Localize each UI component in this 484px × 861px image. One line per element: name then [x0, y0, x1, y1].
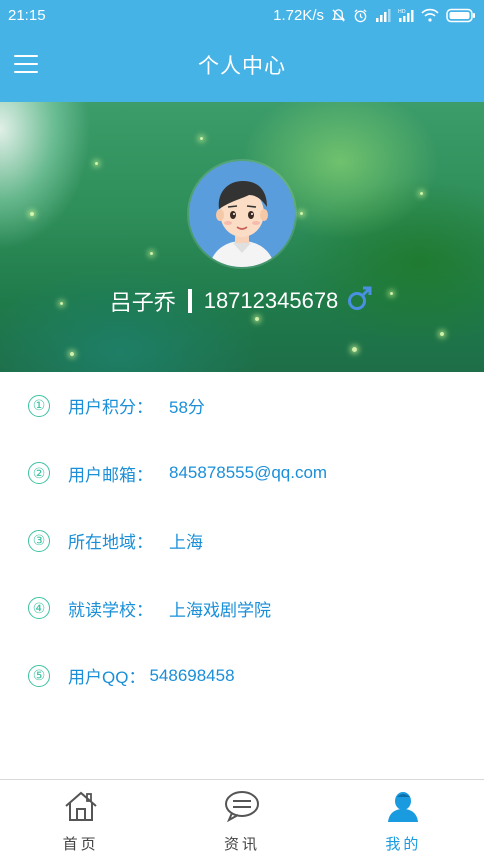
- bottom-tab-bar: 首页 资讯 我的: [0, 779, 484, 861]
- info-row-qq[interactable]: ⑤ 用户QQ： 548698458: [0, 642, 484, 710]
- status-bar: 21:15 1.72K/s HD: [0, 0, 484, 30]
- page-title: 个人中心: [198, 55, 286, 78]
- info-label: 所在地域：: [68, 533, 153, 553]
- network-speed: 1.72K/s: [273, 6, 324, 24]
- info-value: 548698458: [149, 665, 235, 685]
- tab-label: 我的: [385, 836, 422, 853]
- number-badge: ①: [28, 394, 50, 417]
- home-icon: [63, 790, 99, 827]
- battery-icon: [446, 8, 476, 23]
- hd-signal-icon: HD: [398, 8, 414, 22]
- user-icon: [384, 790, 422, 827]
- avatar-cartoon-boy-icon: [209, 181, 275, 267]
- alarm-clock-icon: [353, 8, 368, 23]
- chat-bubble-icon: [223, 790, 261, 827]
- status-icons: 1.72K/s HD: [273, 7, 476, 24]
- app-bar: 个人中心: [0, 30, 484, 102]
- info-label: 用户积分：: [68, 398, 153, 418]
- tab-news[interactable]: 资讯: [161, 780, 322, 861]
- mute-bell-icon: [331, 8, 346, 23]
- avatar[interactable]: [189, 161, 295, 267]
- name-phone-divider: [187, 289, 192, 313]
- svg-text:HD: HD: [398, 9, 406, 15]
- tab-mine[interactable]: 我的: [323, 780, 484, 861]
- cell-signal-icon: [375, 8, 391, 22]
- profile-banner: 吕子乔 18712345678: [0, 102, 484, 372]
- info-value: 上海戏剧学院: [169, 600, 271, 620]
- tab-home[interactable]: 首页: [0, 780, 161, 861]
- user-info-list: ① 用户积分： 58分 ② 用户邮箱： 845878555@qq.com ③ 所…: [0, 372, 484, 710]
- info-label: 就读学校：: [68, 600, 153, 620]
- male-symbol-icon: [346, 284, 374, 318]
- tab-label: 首页: [62, 836, 99, 853]
- info-value: 上海: [169, 533, 203, 553]
- info-value: 58分: [169, 398, 205, 418]
- wifi-icon: [421, 8, 439, 22]
- info-row-email[interactable]: ② 用户邮箱： 845878555@qq.com: [0, 440, 484, 508]
- info-row-region[interactable]: ③ 所在地域： 上海: [0, 507, 484, 575]
- number-badge: ⑤: [28, 664, 50, 687]
- number-badge: ③: [28, 529, 50, 552]
- info-row-points[interactable]: ① 用户积分： 58分: [0, 372, 484, 440]
- info-value: 845878555@qq.com: [169, 463, 328, 483]
- number-badge: ④: [28, 597, 50, 620]
- user-name: 吕子乔: [109, 290, 176, 315]
- status-time: 21:15: [8, 6, 46, 24]
- number-badge: ②: [28, 462, 50, 485]
- user-info-line: 吕子乔 18712345678: [0, 284, 484, 318]
- user-phone: 18712345678: [203, 288, 339, 313]
- info-label: 用户邮箱：: [68, 465, 153, 485]
- info-label: 用户QQ：: [68, 668, 146, 688]
- tab-label: 资讯: [223, 836, 260, 853]
- info-row-school[interactable]: ④ 就读学校： 上海戏剧学院: [0, 575, 484, 643]
